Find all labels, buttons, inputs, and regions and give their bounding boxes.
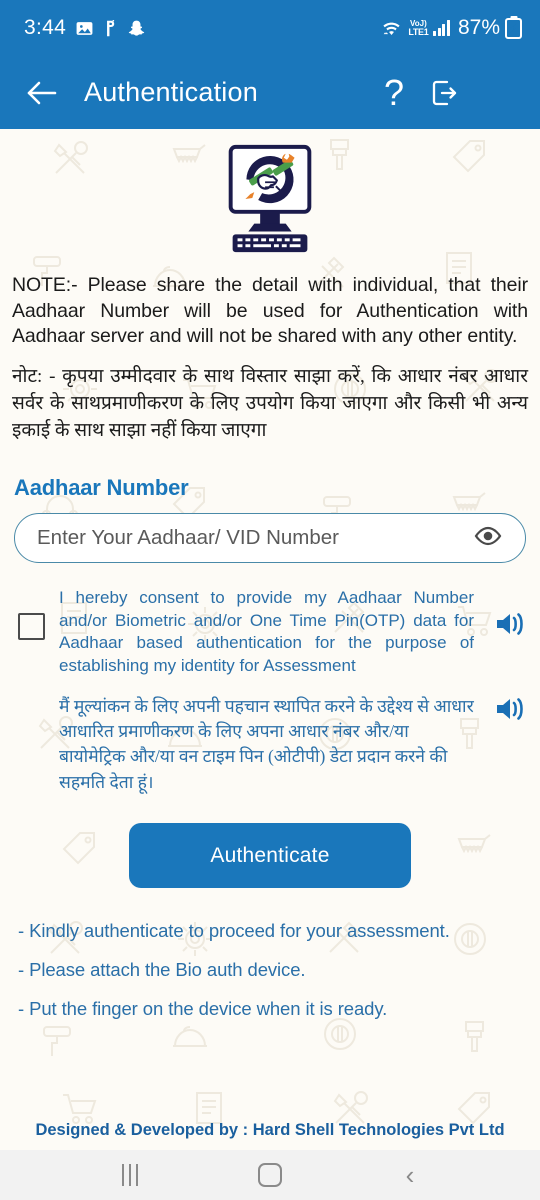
- instruction-item: - Put the finger on the device when it i…: [18, 998, 388, 1020]
- volte-icon: VoJ) LTE1: [408, 18, 429, 37]
- logout-icon[interactable]: [430, 78, 460, 108]
- aadhaar-input[interactable]: [37, 526, 473, 551]
- app-bar: Authentication ?: [0, 56, 540, 129]
- content-inner: NOTE:- Please share the detail with indi…: [0, 129, 540, 1020]
- consent-row-hindi: मैं मूल्यांकन के लिए अपनी पहचान स्थापित …: [0, 678, 540, 796]
- instruction-list: - Kindly authenticate to proceed for you…: [0, 888, 540, 1020]
- back-button[interactable]: [22, 73, 62, 113]
- footer-credit: Designed & Developed by : Hard Shell Tec…: [35, 1120, 505, 1139]
- consent-row-english: I hereby consent to provide my Aadhaar N…: [0, 563, 540, 677]
- recents-icon: [122, 1164, 138, 1186]
- back-chevron-icon: ‹: [405, 1160, 415, 1190]
- eye-icon[interactable]: [473, 525, 503, 552]
- gallery-icon: [75, 19, 94, 38]
- instruction-item: - Kindly authenticate to proceed for you…: [18, 920, 450, 942]
- home-icon: [258, 1163, 282, 1187]
- back-nav-button[interactable]: ‹: [380, 1155, 440, 1195]
- consent-text-hindi: मैं मूल्यांकन के लिए अपनी पहचान स्थापित …: [59, 695, 474, 792]
- status-time: 3:44: [24, 16, 67, 39]
- system-nav-bar: ‹: [0, 1150, 540, 1200]
- snapchat-icon: [127, 19, 146, 38]
- battery-charging-icon: ⚡: [505, 17, 522, 39]
- wifi-icon: [381, 19, 402, 38]
- battery-percent: 87%: [457, 16, 500, 39]
- authenticate-button[interactable]: Authenticate: [129, 823, 411, 889]
- aadhaar-input-row: [0, 501, 540, 564]
- help-icon[interactable]: ?: [384, 74, 404, 111]
- aadhaar-number-label: Aadhaar Number: [14, 475, 189, 501]
- app-root: 3:44 VoJ) LTE1 87% ⚡ Authentication ? NO…: [0, 0, 540, 1200]
- main-content: NOTE:- Please share the detail with indi…: [0, 129, 540, 1150]
- speaker-icon-hindi[interactable]: [494, 694, 526, 729]
- status-bar-left: 3:44: [24, 16, 146, 40]
- consent-checkbox[interactable]: [18, 613, 45, 641]
- status-bar-right: VoJ) LTE1 87% ⚡: [381, 16, 522, 40]
- consent-text-english: I hereby consent to provide my Aadhaar N…: [59, 588, 474, 675]
- speaker-icon-english[interactable]: [494, 609, 526, 644]
- logo-wrap: [0, 129, 540, 259]
- instruction-item: - Please attach the Bio auth device.: [18, 959, 306, 981]
- authenticate-button-wrap: Authenticate: [0, 795, 540, 889]
- signal-bars-icon: [433, 20, 450, 36]
- app-bar-actions: ?: [384, 74, 524, 111]
- note-hindi: नोट: - कृपया उम्मीदवार के साथ विस्तार सा…: [12, 366, 528, 442]
- status-bar: 3:44 VoJ) LTE1 87% ⚡: [0, 0, 540, 56]
- computer-with-tools-logo: [228, 144, 312, 253]
- paytm-icon: [103, 19, 118, 38]
- page-title: Authentication: [84, 77, 258, 107]
- menu-icon[interactable]: [486, 82, 516, 104]
- aadhaar-input-wrapper[interactable]: [14, 513, 526, 564]
- recents-button[interactable]: [100, 1155, 160, 1195]
- note-english: NOTE:- Please share the detail with indi…: [12, 274, 528, 348]
- home-button[interactable]: [240, 1155, 300, 1195]
